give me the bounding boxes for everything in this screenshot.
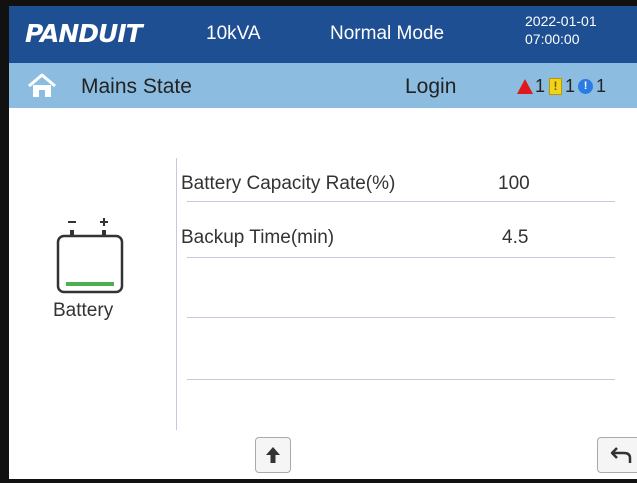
datetime: 2022-01-01 07:00:00	[525, 12, 597, 48]
battery-label: Battery	[53, 300, 114, 321]
divider-vertical	[176, 158, 177, 430]
warning-count: 1	[565, 76, 576, 96]
date-text: 2022-01-01	[525, 13, 597, 29]
info-count: 1	[596, 76, 607, 96]
back-icon	[610, 447, 632, 463]
screen-frame: PANDUIT 10kVA Normal Mode 2022-01-01 07:…	[0, 0, 637, 483]
back-button[interactable]	[597, 437, 637, 473]
home-icon[interactable]	[27, 73, 57, 99]
scroll-up-button[interactable]	[255, 437, 291, 473]
info-icon: !	[578, 79, 594, 94]
warning-icon: !	[549, 78, 563, 95]
ups-rating: 10kVA	[206, 23, 261, 44]
row-divider	[187, 201, 615, 202]
backup-time-label: Backup Time(min)	[181, 227, 335, 248]
alarm-count: 1	[535, 76, 546, 96]
alarm-icon	[517, 79, 533, 94]
row-divider	[187, 257, 615, 258]
backup-time-value: 4.5	[502, 227, 529, 248]
login-button[interactable]: Login	[405, 75, 456, 99]
top-status-bar: PANDUIT 10kVA Normal Mode 2022-01-01 07:…	[9, 6, 637, 63]
battery-icon	[56, 218, 124, 294]
time-text: 07:00:00	[525, 31, 580, 47]
sub-header-bar: Mains State Login 1 ! 1 ! 1	[9, 63, 637, 108]
row-divider	[187, 379, 615, 380]
up-arrow-icon	[266, 447, 280, 463]
capacity-rate-label: Battery Capacity Rate(%)	[181, 173, 396, 194]
operating-mode: Normal Mode	[330, 23, 445, 44]
row-divider	[187, 317, 615, 318]
page-title: Mains State	[81, 75, 192, 98]
brand-logo: PANDUIT	[25, 19, 143, 48]
alarm-summary[interactable]: 1 ! 1 ! 1	[517, 76, 606, 97]
capacity-rate-value: 100	[498, 173, 530, 194]
